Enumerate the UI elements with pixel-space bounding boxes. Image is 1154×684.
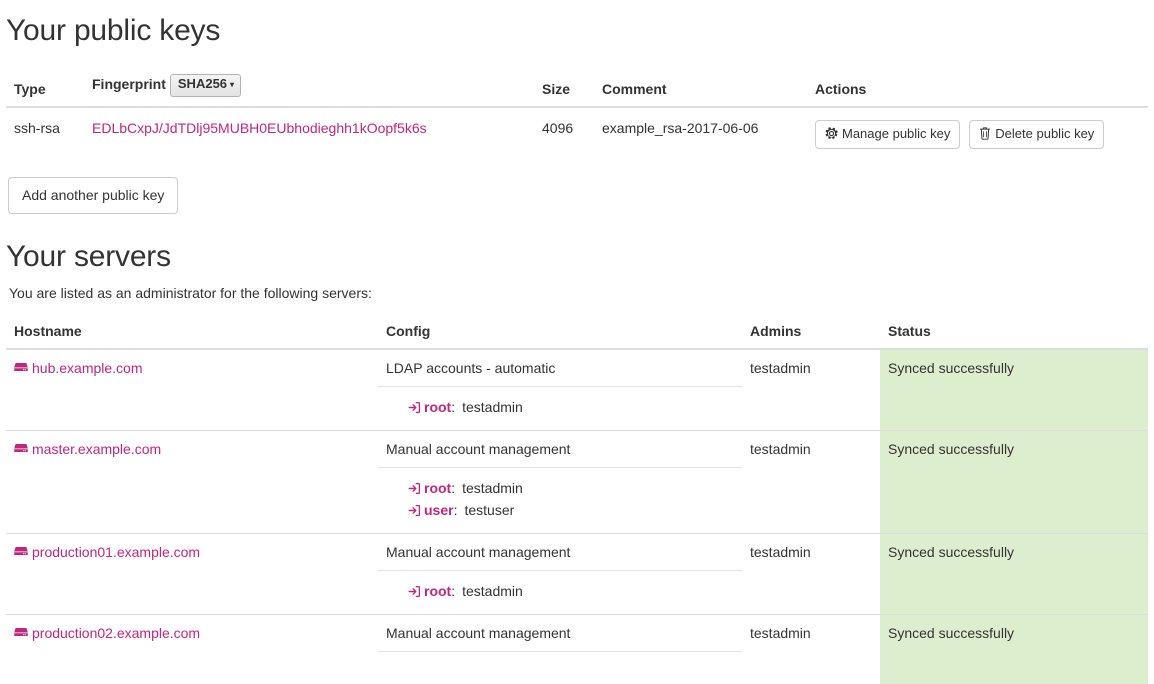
server-hostname-link[interactable]: hub.example.com [14, 360, 143, 376]
table-row: master.example.com Manual account manage… [6, 431, 1148, 534]
add-key-toolbar: Add another public key [6, 177, 1148, 214]
server-hostname-label: production01.example.com [32, 544, 200, 560]
manage-public-key-button[interactable]: Manage public key [815, 120, 960, 149]
servers-lead-text: You are listed as an administrator for t… [6, 285, 1148, 301]
key-fingerprint-cell: EDLbCxpJ/JdTDlj95MUBH0EUbhodieghh1kOopf5… [84, 107, 534, 161]
server-account-name: user [424, 502, 454, 518]
table-header-row: Type FingerprintSHA256▾ Size Comment Act… [6, 66, 1148, 107]
gear-icon [825, 127, 838, 140]
server-account-separator: : [454, 502, 458, 518]
server-config-cell: LDAP accounts - automatic root: testadmin [378, 349, 742, 431]
page-title-public-keys: Your public keys [6, 12, 1148, 54]
server-accounts-list: root: testadmin [378, 571, 742, 614]
key-actions-cell: Manage public key Delete public key [807, 107, 1148, 161]
sign-in-icon [408, 482, 421, 495]
column-header-admins: Admins [742, 315, 880, 349]
public-keys-table: Type FingerprintSHA256▾ Size Comment Act… [6, 66, 1148, 161]
server-config-cell: Manual account management root:testadmin… [378, 431, 742, 534]
table-row: hub.example.com LDAP accounts - automati… [6, 349, 1148, 431]
server-hostname-cell: production01.example.com [6, 534, 378, 615]
column-header-config: Config [378, 315, 742, 349]
server-status-cell: Synced successfully [880, 534, 1148, 615]
table-row: ssh-rsa EDLbCxpJ/JdTDlj95MUBH0EUbhodiegh… [6, 107, 1148, 161]
servers-table-head: Hostname Config Admins Status [6, 315, 1148, 349]
server-account-user: testadmin [462, 399, 523, 415]
server-icon [14, 545, 28, 559]
column-header-fingerprint: FingerprintSHA256▾ [84, 66, 534, 107]
server-config-label: Manual account management [378, 534, 742, 571]
server-status-cell: Synced successfully [880, 431, 1148, 534]
server-hostname-cell: production02.example.com [6, 615, 378, 684]
public-keys-table-body: ssh-rsa EDLbCxpJ/JdTDlj95MUBH0EUbhodiegh… [6, 107, 1148, 161]
column-header-type: Type [6, 66, 84, 107]
public-keys-table-head: Type FingerprintSHA256▾ Size Comment Act… [6, 66, 1148, 107]
server-account-entry: root: testadmin [408, 580, 734, 602]
table-row: production02.example.com Manual account … [6, 615, 1148, 684]
server-hostname-link[interactable]: master.example.com [14, 441, 161, 457]
server-admins-cell: testadmin [742, 534, 880, 615]
server-admins-cell: testadmin [742, 349, 880, 431]
server-hostname-cell: master.example.com [6, 431, 378, 534]
column-header-hostname: Hostname [6, 315, 378, 349]
server-account-user: testadmin [462, 480, 523, 496]
sign-in-icon [408, 585, 421, 598]
server-account-separator: : [451, 583, 455, 599]
server-icon [14, 442, 28, 456]
hash-type-value: SHA256 [178, 76, 227, 91]
server-accounts-list [378, 652, 742, 684]
server-account-separator: : [451, 399, 455, 415]
page-title-servers: Your servers [6, 238, 1148, 280]
add-another-public-key-button[interactable]: Add another public key [8, 177, 178, 214]
server-account-name: root [424, 399, 451, 415]
server-config-cell: Manual account management root: testadmin [378, 534, 742, 615]
server-status-cell: Synced successfully [880, 615, 1148, 684]
server-hostname-label: master.example.com [32, 441, 161, 457]
delete-public-key-label: Delete public key [995, 126, 1094, 141]
server-status-cell: Synced successfully [880, 349, 1148, 431]
server-admins-cell: testadmin [742, 615, 880, 684]
server-icon [14, 361, 28, 375]
server-config-cell: Manual account management [378, 615, 742, 684]
server-config-label: LDAP accounts - automatic [378, 350, 742, 387]
server-account-user: testadmin [462, 583, 523, 599]
table-row: production01.example.com Manual account … [6, 534, 1148, 615]
column-header-status: Status [880, 315, 1148, 349]
chevron-down-icon: ▾ [230, 80, 234, 89]
delete-public-key-button[interactable]: Delete public key [969, 120, 1104, 149]
page-root: Your public keys Type FingerprintSHA256▾… [0, 12, 1154, 684]
servers-table: Hostname Config Admins Status hub.exampl… [6, 315, 1148, 684]
trash-icon [979, 127, 991, 140]
key-comment-cell: example_rsa-2017-06-06 [594, 107, 807, 161]
server-hostname-label: hub.example.com [32, 360, 143, 376]
server-hostname-cell: hub.example.com [6, 349, 378, 431]
sign-in-icon [408, 504, 421, 517]
server-accounts-list: root: testadmin [378, 387, 742, 430]
sign-in-icon [408, 401, 421, 414]
column-header-size: Size [534, 66, 594, 107]
key-size-cell: 4096 [534, 107, 594, 161]
hash-type-dropdown[interactable]: SHA256▾ [170, 74, 241, 97]
server-hostname-label: production02.example.com [32, 625, 200, 641]
column-header-comment: Comment [594, 66, 807, 107]
server-icon [14, 626, 28, 640]
server-accounts-list: root:testadmin user:testuser [378, 468, 742, 533]
table-header-row: Hostname Config Admins Status [6, 315, 1148, 349]
column-header-actions: Actions [807, 66, 1148, 107]
server-account-separator: : [451, 480, 455, 496]
column-header-fingerprint-label: Fingerprint [92, 76, 166, 92]
key-type-cell: ssh-rsa [6, 107, 84, 161]
server-account-entry: user: testuser [408, 499, 734, 521]
server-hostname-link[interactable]: production02.example.com [14, 625, 200, 641]
key-fingerprint-link[interactable]: EDLbCxpJ/JdTDlj95MUBH0EUbhodieghh1kOopf5… [92, 120, 427, 136]
server-config-label: Manual account management [378, 431, 742, 468]
server-account-name: root [424, 480, 451, 496]
server-account-user: testuser [464, 502, 514, 518]
add-another-public-key-label: Add another public key [22, 187, 164, 203]
server-account-entry: root: testadmin [408, 396, 734, 418]
server-account-entry: root: testadmin [408, 477, 734, 499]
server-hostname-link[interactable]: production01.example.com [14, 544, 200, 560]
server-account-name: root [424, 583, 451, 599]
manage-public-key-label: Manage public key [842, 126, 950, 141]
server-admins-cell: testadmin [742, 431, 880, 534]
